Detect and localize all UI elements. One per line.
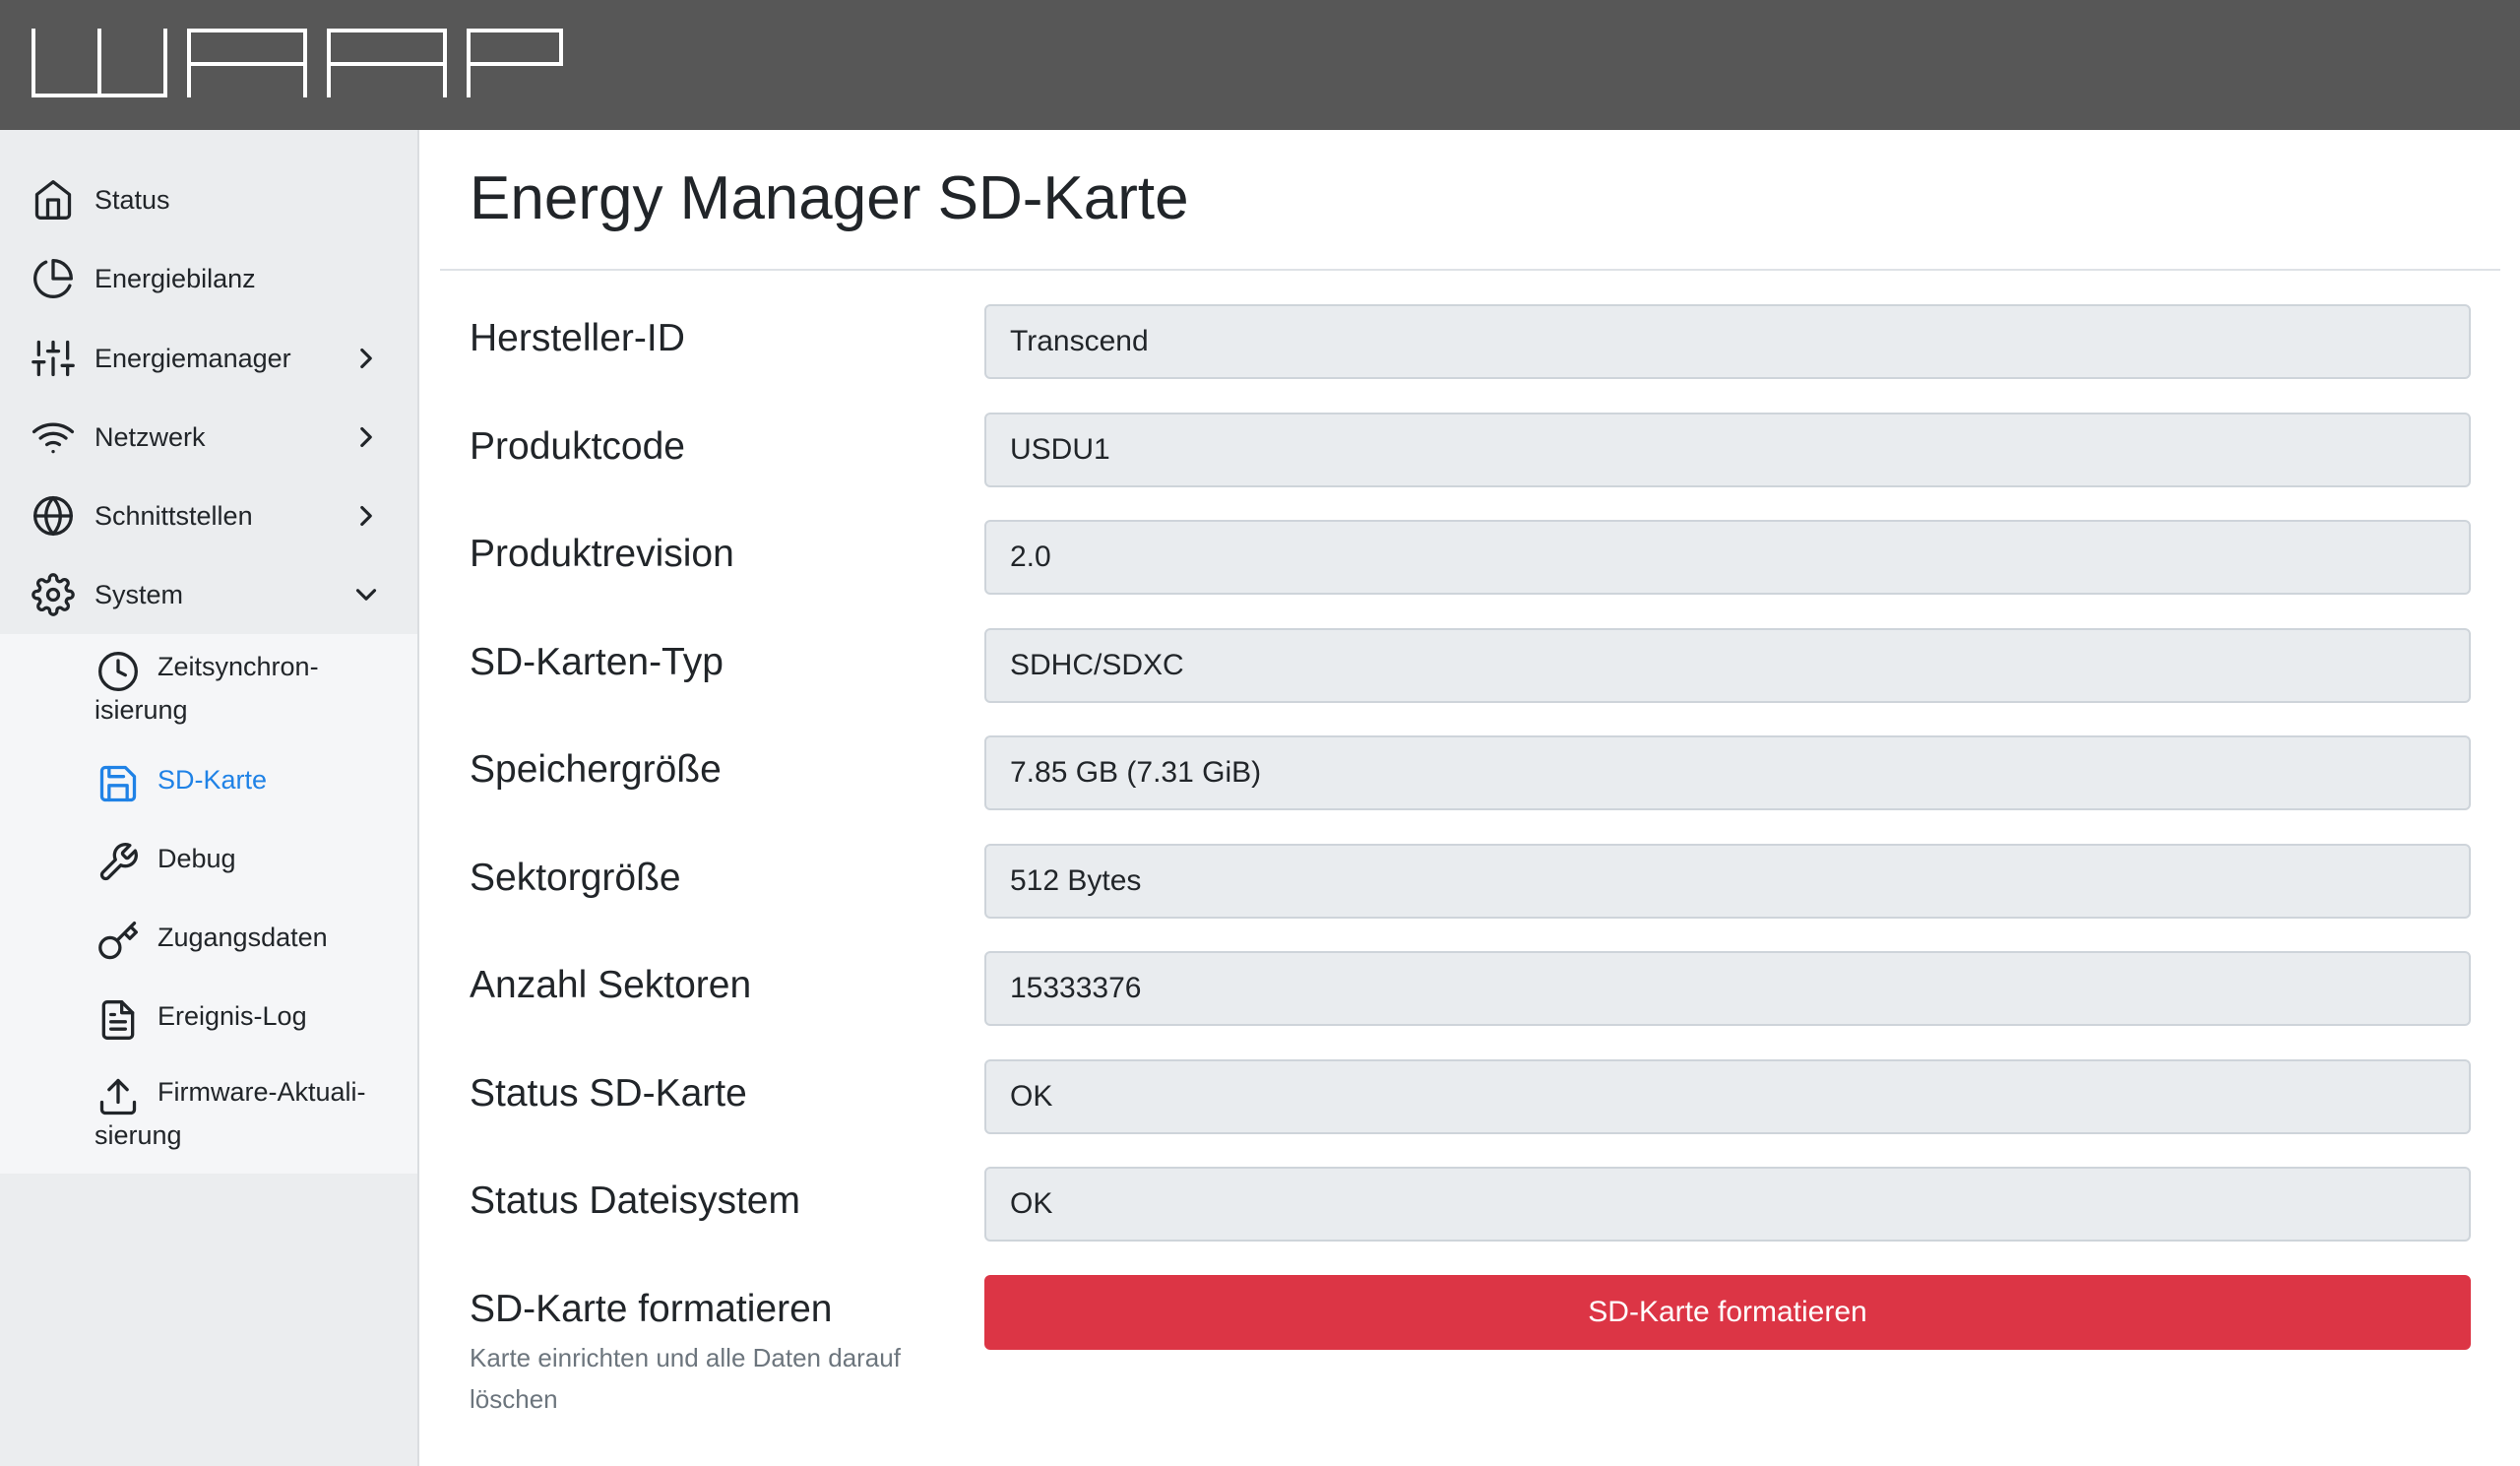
- sliders-icon: [30, 335, 77, 382]
- key-icon: [94, 918, 142, 965]
- anzahl-sektoren-label: Anzahl Sektoren: [470, 964, 752, 1006]
- hersteller-id-label: Hersteller-ID: [470, 317, 685, 359]
- anzahl-sektoren-field: 15333376: [984, 951, 2471, 1026]
- status-sd-karte-label: Status SD-Karte: [470, 1072, 747, 1115]
- sidebar-item-label: Schnittstellen: [94, 500, 253, 531]
- sidebar-item-ereignis-log[interactable]: Ereignis-Log: [0, 981, 417, 1059]
- sidebar-item-label-line2: isierung: [94, 695, 188, 725]
- chevron-right-icon[interactable]: [346, 417, 386, 457]
- clock-icon: [94, 648, 142, 695]
- status-dateisystem-label: Status Dateisystem: [470, 1179, 800, 1222]
- hersteller-id-field: Transcend: [984, 304, 2471, 379]
- sidebar-item-label: Ereignis-Log: [158, 1001, 307, 1031]
- sidebar-item-energiebilanz[interactable]: Energiebilanz: [0, 239, 417, 318]
- status-sd-karte-field: OK: [984, 1059, 2471, 1134]
- main-content: Energy Manager SD-Karte Hersteller-ID Tr…: [421, 130, 2520, 1466]
- format-sd-card-button[interactable]: SD-Karte formatieren: [984, 1275, 2471, 1350]
- wifi-icon: [30, 414, 77, 461]
- sidebar-item-label: Firmware-Aktuali-: [158, 1077, 366, 1107]
- sidebar-item-firmware-aktualisierung[interactable]: Firmware-Aktuali- sierung: [0, 1059, 417, 1170]
- wrench-icon: [94, 839, 142, 886]
- sd-karten-typ-label: SD-Karten-Typ: [470, 641, 724, 683]
- sidebar-item-schnittstellen[interactable]: Schnittstellen: [0, 477, 417, 555]
- warp-logo-icon: [32, 29, 563, 97]
- sidebar-item-label: Debug: [158, 844, 236, 873]
- globe-icon: [30, 492, 77, 540]
- chevron-right-icon[interactable]: [346, 496, 386, 536]
- upload-icon: [94, 1073, 142, 1120]
- sektorgroesse-field: 512 Bytes: [984, 844, 2471, 919]
- sidebar-item-label: System: [94, 579, 184, 609]
- system-submenu: Zeitsynchron- isierung SD-Karte Debug Zu…: [0, 634, 417, 1174]
- save-icon: [94, 760, 142, 807]
- sidebar-item-label: Zugangsdaten: [158, 923, 328, 952]
- sidebar-item-zugangsdaten[interactable]: Zugangsdaten: [0, 902, 417, 981]
- sidebar: Status Energiebilanz Energiemanager Netz…: [0, 130, 419, 1466]
- status-dateisystem-field: OK: [984, 1167, 2471, 1242]
- sidebar-item-zeitsynchronisierung[interactable]: Zeitsynchron- isierung: [0, 634, 417, 744]
- warp-logo[interactable]: [32, 29, 563, 104]
- sidebar-item-label: SD-Karte: [158, 765, 268, 795]
- home-icon: [30, 176, 77, 223]
- produktcode-label: Produktcode: [470, 425, 685, 468]
- chevron-down-icon[interactable]: [346, 575, 386, 614]
- sidebar-item-label: Netzwerk: [94, 421, 206, 452]
- file-text-icon: [94, 996, 142, 1044]
- sidebar-item-energiemanager[interactable]: Energiemanager: [0, 319, 417, 398]
- sidebar-item-label: Zeitsynchron-: [158, 652, 319, 681]
- sd-karte-formatieren-label: SD-Karte formatieren: [470, 1288, 833, 1330]
- sidebar-item-status[interactable]: Status: [0, 160, 417, 239]
- speichergroesse-field: 7.85 GB (7.31 GiB): [984, 735, 2471, 810]
- title-divider: [440, 269, 2500, 271]
- sidebar-item-label: Energiemanager: [94, 343, 291, 373]
- sd-karten-typ-field: SDHC/SDXC: [984, 628, 2471, 703]
- sidebar-item-label-line2: sierung: [94, 1120, 182, 1150]
- sidebar-item-system[interactable]: System: [0, 555, 417, 634]
- sidebar-item-netzwerk[interactable]: Netzwerk: [0, 398, 417, 477]
- produktrevision-label: Produktrevision: [470, 533, 734, 575]
- pie-chart-icon: [30, 255, 77, 302]
- page-title: Energy Manager SD-Karte: [470, 164, 1189, 232]
- produktrevision-field: 2.0: [984, 520, 2471, 595]
- sidebar-item-debug[interactable]: Debug: [0, 823, 417, 902]
- chevron-right-icon[interactable]: [346, 339, 386, 378]
- top-bar: [0, 0, 2520, 130]
- produktcode-field: USDU1: [984, 413, 2471, 487]
- speichergroesse-label: Speichergröße: [470, 748, 722, 791]
- sektorgroesse-label: Sektorgröße: [470, 857, 681, 899]
- sidebar-item-label: Status: [94, 184, 170, 215]
- sidebar-item-sd-karte[interactable]: SD-Karte: [0, 744, 417, 823]
- gear-icon: [30, 571, 77, 618]
- sidebar-item-label: Energiebilanz: [94, 263, 256, 293]
- sd-karte-formatieren-description: Karte einrichten und alle Daten darauf l…: [470, 1343, 901, 1414]
